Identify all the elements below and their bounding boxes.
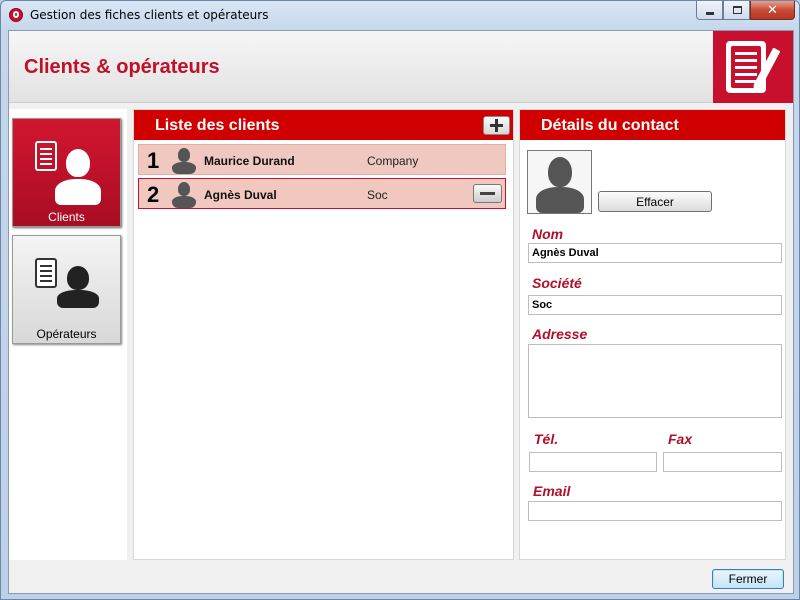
close-dialog-button[interactable]: Fermer bbox=[712, 569, 784, 589]
address-label: Adresse bbox=[532, 326, 588, 342]
contact-details-header: Détails du contact bbox=[520, 110, 785, 140]
sidebar-nav: Clients Opérateurs bbox=[9, 109, 127, 560]
sidebar-item-clients[interactable]: Clients bbox=[12, 118, 121, 227]
contact-photo[interactable] bbox=[527, 150, 592, 214]
client-name: Agnès Duval bbox=[204, 188, 277, 202]
email-field[interactable] bbox=[528, 501, 782, 521]
address-field[interactable] bbox=[528, 344, 782, 418]
close-button[interactable]: ✕ bbox=[750, 1, 795, 20]
minimize-icon bbox=[706, 12, 714, 15]
client-name: Maurice Durand bbox=[204, 154, 295, 168]
contact-details-panel: Détails du contact Effacer Nom Agnès Duv… bbox=[519, 109, 786, 560]
clear-photo-button[interactable]: Effacer bbox=[598, 191, 712, 212]
person-icon bbox=[171, 182, 197, 208]
fax-field[interactable] bbox=[663, 452, 782, 472]
email-label: Email bbox=[533, 483, 571, 499]
client-list-header: Liste des clients bbox=[134, 110, 513, 140]
person-icon bbox=[171, 148, 197, 174]
title-bar[interactable]: Gestion des fiches clients et opérateurs… bbox=[1, 1, 799, 30]
window-controls: ✕ bbox=[696, 1, 795, 20]
sidebar-item-label: Clients bbox=[48, 210, 85, 224]
app-window: Gestion des fiches clients et opérateurs… bbox=[0, 0, 800, 600]
maximize-icon bbox=[733, 6, 742, 14]
sidebar-item-label: Opérateurs bbox=[36, 327, 97, 341]
name-label: Nom bbox=[532, 226, 564, 242]
name-field[interactable]: Agnès Duval bbox=[528, 243, 782, 263]
close-icon: ✕ bbox=[767, 2, 778, 17]
client-area: Clients & opérateurs Clients Opérateurs … bbox=[8, 30, 794, 594]
client-person-icon bbox=[53, 149, 103, 205]
client-company: Soc bbox=[367, 188, 388, 202]
phone-label: Tél. bbox=[534, 431, 559, 447]
fax-label: Fax bbox=[668, 431, 693, 447]
remove-client-button[interactable] bbox=[473, 184, 502, 203]
person-silhouette-icon bbox=[536, 157, 584, 213]
client-company: Company bbox=[367, 154, 419, 168]
sidebar-item-operateurs[interactable]: Opérateurs bbox=[12, 235, 121, 344]
page-header: Clients & opérateurs bbox=[9, 31, 793, 103]
page-title: Clients & opérateurs bbox=[24, 56, 220, 78]
add-client-button[interactable] bbox=[483, 116, 510, 135]
table-row[interactable]: 2 Agnès Duval Soc bbox=[138, 178, 506, 209]
row-number: 1 bbox=[147, 148, 160, 173]
minimize-button[interactable] bbox=[696, 1, 723, 20]
company-label: Société bbox=[532, 275, 582, 291]
client-list-title: Liste des clients bbox=[155, 117, 280, 134]
operator-person-icon bbox=[53, 266, 103, 308]
app-logo-icon bbox=[9, 8, 23, 22]
row-number: 2 bbox=[147, 182, 160, 207]
table-row[interactable]: 1 Maurice Durand Company bbox=[138, 144, 506, 175]
client-list-panel: Liste des clients 1 Maurice Durand Compa… bbox=[133, 109, 514, 560]
contact-details-title: Détails du contact bbox=[541, 117, 679, 134]
maximize-button[interactable] bbox=[723, 1, 750, 20]
company-field[interactable]: Soc bbox=[528, 295, 782, 315]
document-pencil-icon bbox=[713, 31, 793, 103]
window-title: Gestion des fiches clients et opérateurs bbox=[30, 8, 269, 22]
phone-field[interactable] bbox=[529, 452, 657, 472]
